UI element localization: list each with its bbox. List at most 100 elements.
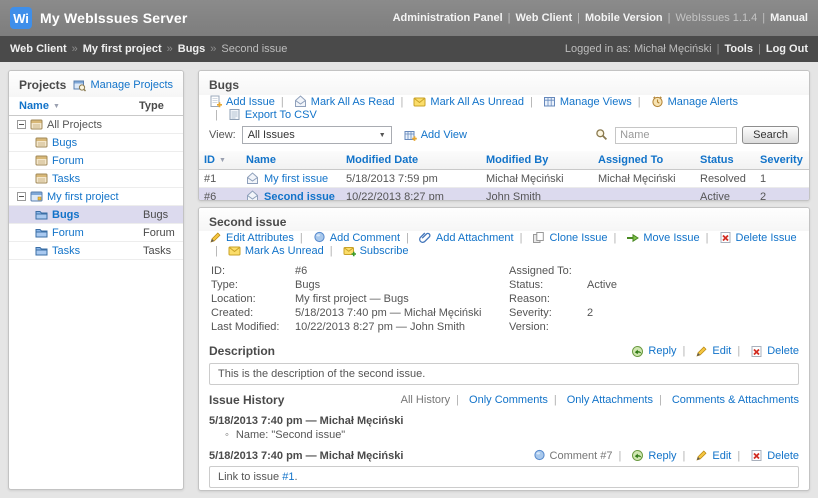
description-header: Description Reply Edit Delete xyxy=(199,339,809,361)
tree-item-link[interactable]: Forum xyxy=(52,227,84,239)
comments-attachments-link[interactable]: Comments & Attachments xyxy=(672,394,799,406)
add-comment-link[interactable]: Add Comment xyxy=(330,232,400,244)
delete-link[interactable]: Delete xyxy=(767,450,799,462)
history-entry-header: 5/18/2013 7:40 pm — Michał Męciński xyxy=(199,410,809,429)
issue-status: Active xyxy=(695,188,755,202)
issue-link[interactable]: My first issue xyxy=(264,173,328,185)
web-client-link[interactable]: Web Client xyxy=(516,12,573,24)
edit-attributes-link[interactable]: Edit Attributes xyxy=(226,232,294,244)
delete-link[interactable]: Delete xyxy=(767,345,799,357)
delete-issue-link[interactable]: Delete Issue xyxy=(736,232,797,244)
collapse-icon[interactable] xyxy=(17,192,26,201)
manage-views-link[interactable]: Manage Views xyxy=(560,96,632,108)
mark-as-unread: Mark As Unread xyxy=(209,244,324,257)
tree-item-link[interactable]: My first project xyxy=(47,191,119,203)
folder-icon xyxy=(35,244,48,257)
tree-item-label: All Projects xyxy=(47,119,102,131)
attr-label: Status: xyxy=(509,278,587,292)
tree-row-my-first-project[interactable]: My first project xyxy=(9,188,183,206)
modified-date-column-header[interactable]: Modified Date xyxy=(341,151,481,170)
manage-projects-link[interactable]: Manage Projects xyxy=(90,79,173,91)
manage-alerts-link[interactable]: Manage Alerts xyxy=(668,96,738,108)
view-label: View: xyxy=(209,129,236,141)
status-column-header[interactable]: Status xyxy=(695,151,755,170)
reply-icon xyxy=(631,449,644,462)
tree-row-bugs-global[interactable]: Bugs xyxy=(9,134,183,152)
delete-action: Delete xyxy=(731,449,799,462)
collapse-icon[interactable] xyxy=(17,120,26,129)
mobile-version-link[interactable]: Mobile Version xyxy=(585,12,663,24)
manual-link[interactable]: Manual xyxy=(770,12,808,24)
breadcrumb-web-client[interactable]: Web Client xyxy=(10,43,67,55)
tree-row-tasks-global[interactable]: Tasks xyxy=(9,170,183,188)
separator: | xyxy=(508,12,511,24)
subscribe-icon xyxy=(343,244,356,257)
only-attachments-link[interactable]: Only Attachments xyxy=(567,394,653,406)
issue-link[interactable]: Second issue xyxy=(264,191,335,202)
issues-header-row: ID Name Modified Date Modified By Assign… xyxy=(199,151,809,170)
comment-text-part: . xyxy=(294,471,297,483)
tree-row-tasks[interactable]: Tasks Tasks xyxy=(9,242,183,260)
tree-item-link[interactable]: Forum xyxy=(52,155,84,167)
mark-as-unread-link[interactable]: Mark As Unread xyxy=(245,245,324,257)
tree-item-link[interactable]: Bugs xyxy=(52,209,80,221)
admin-panel-link[interactable]: Administration Panel xyxy=(393,12,503,24)
severity-column-header[interactable]: Severity xyxy=(755,151,809,170)
attr-label: Created: xyxy=(211,306,295,320)
projects-panel-header: Projects Manage Projects xyxy=(9,71,183,97)
move-issue-link[interactable]: Move Issue xyxy=(643,232,699,244)
projects-panel: Projects Manage Projects Name Type All P… xyxy=(8,70,184,490)
search-button[interactable]: Search xyxy=(742,126,799,144)
name-column-header[interactable]: Name xyxy=(241,151,341,170)
breadcrumb-project[interactable]: My first project xyxy=(83,43,162,55)
name-column-header[interactable]: Name xyxy=(19,100,60,112)
tree-item-link[interactable]: Tasks xyxy=(52,173,80,185)
filter-comments-attachments: Comments & Attachments xyxy=(653,394,799,406)
view-select[interactable]: All Issues xyxy=(242,126,392,144)
add-issue-link[interactable]: Add Issue xyxy=(226,96,275,108)
issue-reference-link[interactable]: #1 xyxy=(282,471,294,483)
add-comment-icon xyxy=(313,231,326,244)
breadcrumb-folder[interactable]: Bugs xyxy=(178,43,206,55)
add-attachment-link[interactable]: Add Attachment xyxy=(436,232,514,244)
delete-action: Delete xyxy=(731,345,799,358)
export-csv-icon xyxy=(228,108,241,121)
clone-issue-link[interactable]: Clone Issue xyxy=(549,232,607,244)
only-comments-link[interactable]: Only Comments xyxy=(469,394,548,406)
subscribe-link[interactable]: Subscribe xyxy=(360,245,409,257)
tools-link[interactable]: Tools xyxy=(724,43,753,55)
edit-link[interactable]: Edit xyxy=(712,345,731,357)
issue-row-2-selected[interactable]: #6 Second issue 10/22/2013 8:27 pm John … xyxy=(199,188,809,202)
tree-row-forum[interactable]: Forum Forum xyxy=(9,224,183,242)
folder-type-icon xyxy=(35,136,48,149)
view-row: View: All Issues Add View Search xyxy=(199,126,809,151)
tree-item-link[interactable]: Bugs xyxy=(52,137,77,149)
search-input[interactable] xyxy=(615,127,737,144)
mark-all-unread-link[interactable]: Mark All As Unread xyxy=(430,96,524,108)
edit-link[interactable]: Edit xyxy=(712,450,731,462)
reply-link[interactable]: Reply xyxy=(648,450,676,462)
id-column-header[interactable]: ID xyxy=(199,151,241,170)
tree-row-forum-global[interactable]: Forum xyxy=(9,152,183,170)
separator: » xyxy=(210,43,216,55)
clone-issue-icon xyxy=(532,231,545,244)
issue-status: Resolved xyxy=(695,170,755,188)
reply-action: Reply xyxy=(613,449,677,462)
attr-value: My first project — Bugs xyxy=(295,292,409,306)
move-issue: Move Issue xyxy=(608,231,700,244)
logout-link[interactable]: Log Out xyxy=(766,43,808,55)
modified-by-column-header[interactable]: Modified By xyxy=(481,151,593,170)
logged-in-label: Logged in as: Michał Męciński xyxy=(565,43,712,55)
reply-link[interactable]: Reply xyxy=(648,345,676,357)
type-column-header[interactable]: Type xyxy=(139,100,173,112)
issue-row-1[interactable]: #1 My first issue 5/18/2013 7:59 pm Mich… xyxy=(199,170,809,188)
tree-row-all-projects[interactable]: All Projects xyxy=(9,116,183,134)
add-view-link[interactable]: Add View xyxy=(421,129,467,141)
tree-row-bugs-selected[interactable]: Bugs Bugs xyxy=(9,206,183,224)
export-csv-link[interactable]: Export To CSV xyxy=(245,109,317,121)
mark-all-read-link[interactable]: Mark All As Read xyxy=(311,96,395,108)
description-actions: Reply Edit Delete xyxy=(631,345,799,358)
tree-item-link[interactable]: Tasks xyxy=(52,245,80,257)
assigned-to-column-header[interactable]: Assigned To xyxy=(593,151,695,170)
reply-icon xyxy=(631,345,644,358)
